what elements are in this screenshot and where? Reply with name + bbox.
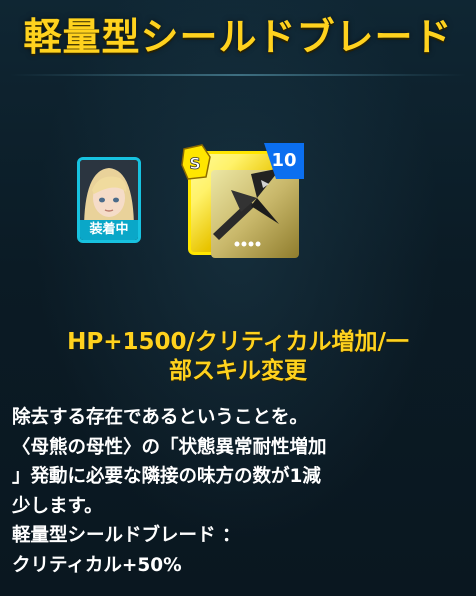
rarity-tag-icon: S (181, 144, 211, 180)
character-portrait[interactable]: 装着中 (77, 157, 141, 243)
description-line: クリティカル+50% (12, 554, 182, 576)
description-line: 少します。 (12, 495, 103, 517)
equipped-label: 装着中 (80, 220, 138, 240)
description-line: 除去する存在であるということを。 (12, 407, 308, 428)
equipment-icon-frame[interactable]: 10 S (180, 143, 304, 258)
rarity-tag-text: S (189, 154, 201, 173)
title-divider (10, 74, 466, 76)
description-line: 軽量型シールドブレード ： (12, 525, 241, 546)
effect-summary-line2: 部スキル変更 (169, 358, 307, 384)
description-text: 除去する存在であるということを。 〈母熊の母性〉の「状態異常耐性増加 」発動に必… (12, 403, 468, 580)
page-title: 軽量型シールドブレード (23, 15, 453, 59)
description-line: 〈母熊の母性〉の「状態異常耐性増加 (12, 436, 327, 458)
description-line: 」発動に必要な隣接の味方の数が1減 (12, 466, 321, 487)
